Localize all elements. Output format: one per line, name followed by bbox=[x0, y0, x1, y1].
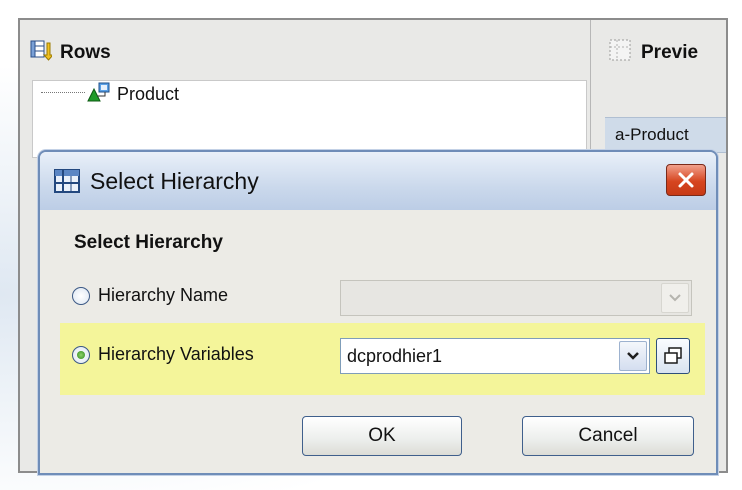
hierarchy-variables-radio[interactable] bbox=[72, 345, 90, 364]
dropdown-arrow-icon bbox=[669, 294, 681, 302]
dialog-titlebar[interactable]: Select Hierarchy bbox=[40, 152, 716, 210]
hierarchy-variables-dropdown[interactable] bbox=[619, 341, 647, 371]
preview-cell[interactable]: a-Product bbox=[605, 117, 726, 153]
preview-icon bbox=[609, 39, 631, 67]
rows-title: Rows bbox=[60, 42, 111, 63]
select-hierarchy-dialog: Select Hierarchy Select Hierarchy Hierar… bbox=[38, 150, 718, 475]
rows-header: Rows bbox=[30, 38, 111, 68]
tree-item-label: Product bbox=[117, 83, 180, 104]
hierarchy-name-option[interactable]: Hierarchy Name bbox=[72, 285, 228, 306]
group-title: Select Hierarchy bbox=[74, 232, 223, 253]
hierarchy-name-combo bbox=[340, 280, 692, 316]
product-hierarchy-icon bbox=[85, 81, 111, 108]
dialog-table-icon bbox=[54, 169, 80, 193]
hierarchy-variables-label: Hierarchy Variables bbox=[98, 344, 254, 364]
browse-variables-button[interactable] bbox=[656, 338, 690, 374]
close-button[interactable] bbox=[666, 164, 706, 196]
dialog-body: Select Hierarchy Hierarchy Name Hierarch… bbox=[52, 214, 705, 473]
hierarchy-variables-option[interactable]: Hierarchy Variables bbox=[72, 344, 254, 365]
ok-button[interactable]: OK bbox=[302, 416, 462, 456]
rows-tree: Product bbox=[32, 80, 587, 158]
hierarchy-name-dropdown bbox=[661, 283, 689, 313]
preview-title: Previe bbox=[641, 42, 699, 63]
preview-header: Previe bbox=[609, 38, 698, 68]
hierarchy-name-label: Hierarchy Name bbox=[98, 285, 229, 305]
tree-connector bbox=[41, 92, 85, 93]
close-icon bbox=[678, 172, 694, 188]
dialog-title: Select Hierarchy bbox=[90, 167, 259, 194]
hierarchy-name-radio[interactable] bbox=[72, 286, 90, 305]
rows-icon bbox=[30, 39, 55, 67]
hierarchy-variables-value: dcprodhier1 bbox=[347, 345, 443, 366]
dropdown-arrow-icon bbox=[627, 352, 639, 360]
browse-icon bbox=[664, 347, 682, 364]
hierarchy-variables-combo[interactable]: dcprodhier1 bbox=[340, 338, 650, 374]
tree-item-product[interactable]: Product bbox=[85, 81, 179, 107]
cancel-button[interactable]: Cancel bbox=[522, 416, 694, 456]
